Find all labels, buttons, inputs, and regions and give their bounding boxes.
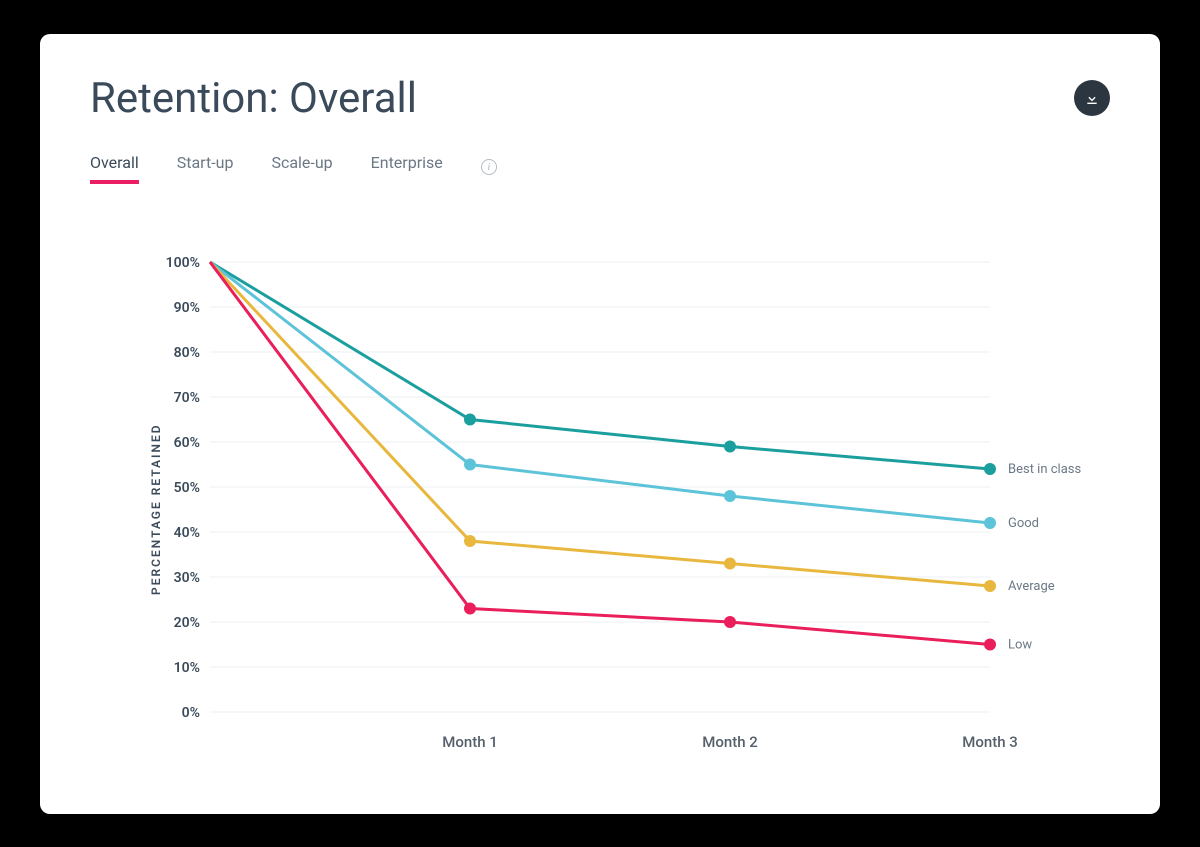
data-point <box>724 557 736 569</box>
y-tick-label: 100% <box>166 255 200 271</box>
download-button[interactable] <box>1074 80 1110 116</box>
x-tick-label: Month 1 <box>442 733 498 751</box>
tab-scaleup[interactable]: Scale-up <box>271 153 332 182</box>
info-icon[interactable]: i <box>481 159 497 175</box>
y-tick-label: 10% <box>174 660 200 676</box>
data-point <box>984 463 996 475</box>
data-point <box>984 517 996 529</box>
tab-overall[interactable]: Overall <box>90 153 139 182</box>
y-tick-label: 90% <box>174 300 200 316</box>
y-tick-label: 80% <box>174 345 200 361</box>
series-line <box>210 262 990 586</box>
chart-area: PERCENTAGE RETAINED 0%10%20%30%40%50%60%… <box>90 252 1110 772</box>
tab-enterprise[interactable]: Enterprise <box>371 153 443 182</box>
y-tick-label: 30% <box>174 570 200 586</box>
y-tick-label: 0% <box>182 705 200 721</box>
x-tick-label: Month 2 <box>702 733 758 751</box>
data-point <box>984 580 996 592</box>
data-point <box>724 490 736 502</box>
series-label: Low <box>1008 637 1032 652</box>
download-icon <box>1084 90 1100 106</box>
tabs-row: Overall Start-up Scale-up Enterprise i <box>90 153 1110 182</box>
y-tick-label: 20% <box>174 615 200 631</box>
series-line <box>210 262 990 645</box>
retention-line-chart: 0% 10% 20% 30% 40% 50% 60% 70% 80% 90% 100% Month 1… <box>150 252 1110 772</box>
card-title: Retention: Overall <box>90 74 417 123</box>
y-tick-label: 70% <box>174 390 200 406</box>
series-label: Good <box>1008 516 1039 531</box>
y-tick-label: 40% <box>174 525 200 541</box>
data-point <box>464 458 476 470</box>
data-point <box>724 440 736 452</box>
series-label: Best in class <box>1008 462 1081 477</box>
retention-card: Retention: Overall Overall Start-up Scal… <box>40 34 1160 814</box>
data-point <box>984 638 996 650</box>
series-label: Average <box>1008 579 1055 594</box>
series-line <box>210 262 990 523</box>
data-point <box>464 413 476 425</box>
x-tick-label: Month 3 <box>962 733 1018 751</box>
y-tick-label: 60% <box>174 435 200 451</box>
data-point <box>464 535 476 547</box>
plot-wrap: 0% 10% 20% 30% 40% 50% 60% 70% 80% 90% 100% Month 1… <box>150 252 1110 772</box>
tab-startup[interactable]: Start-up <box>177 153 234 182</box>
y-tick-label: 50% <box>174 480 200 496</box>
data-point <box>464 602 476 614</box>
series-line <box>210 262 990 469</box>
data-point <box>724 616 736 628</box>
card-header: Retention: Overall <box>90 74 1110 123</box>
